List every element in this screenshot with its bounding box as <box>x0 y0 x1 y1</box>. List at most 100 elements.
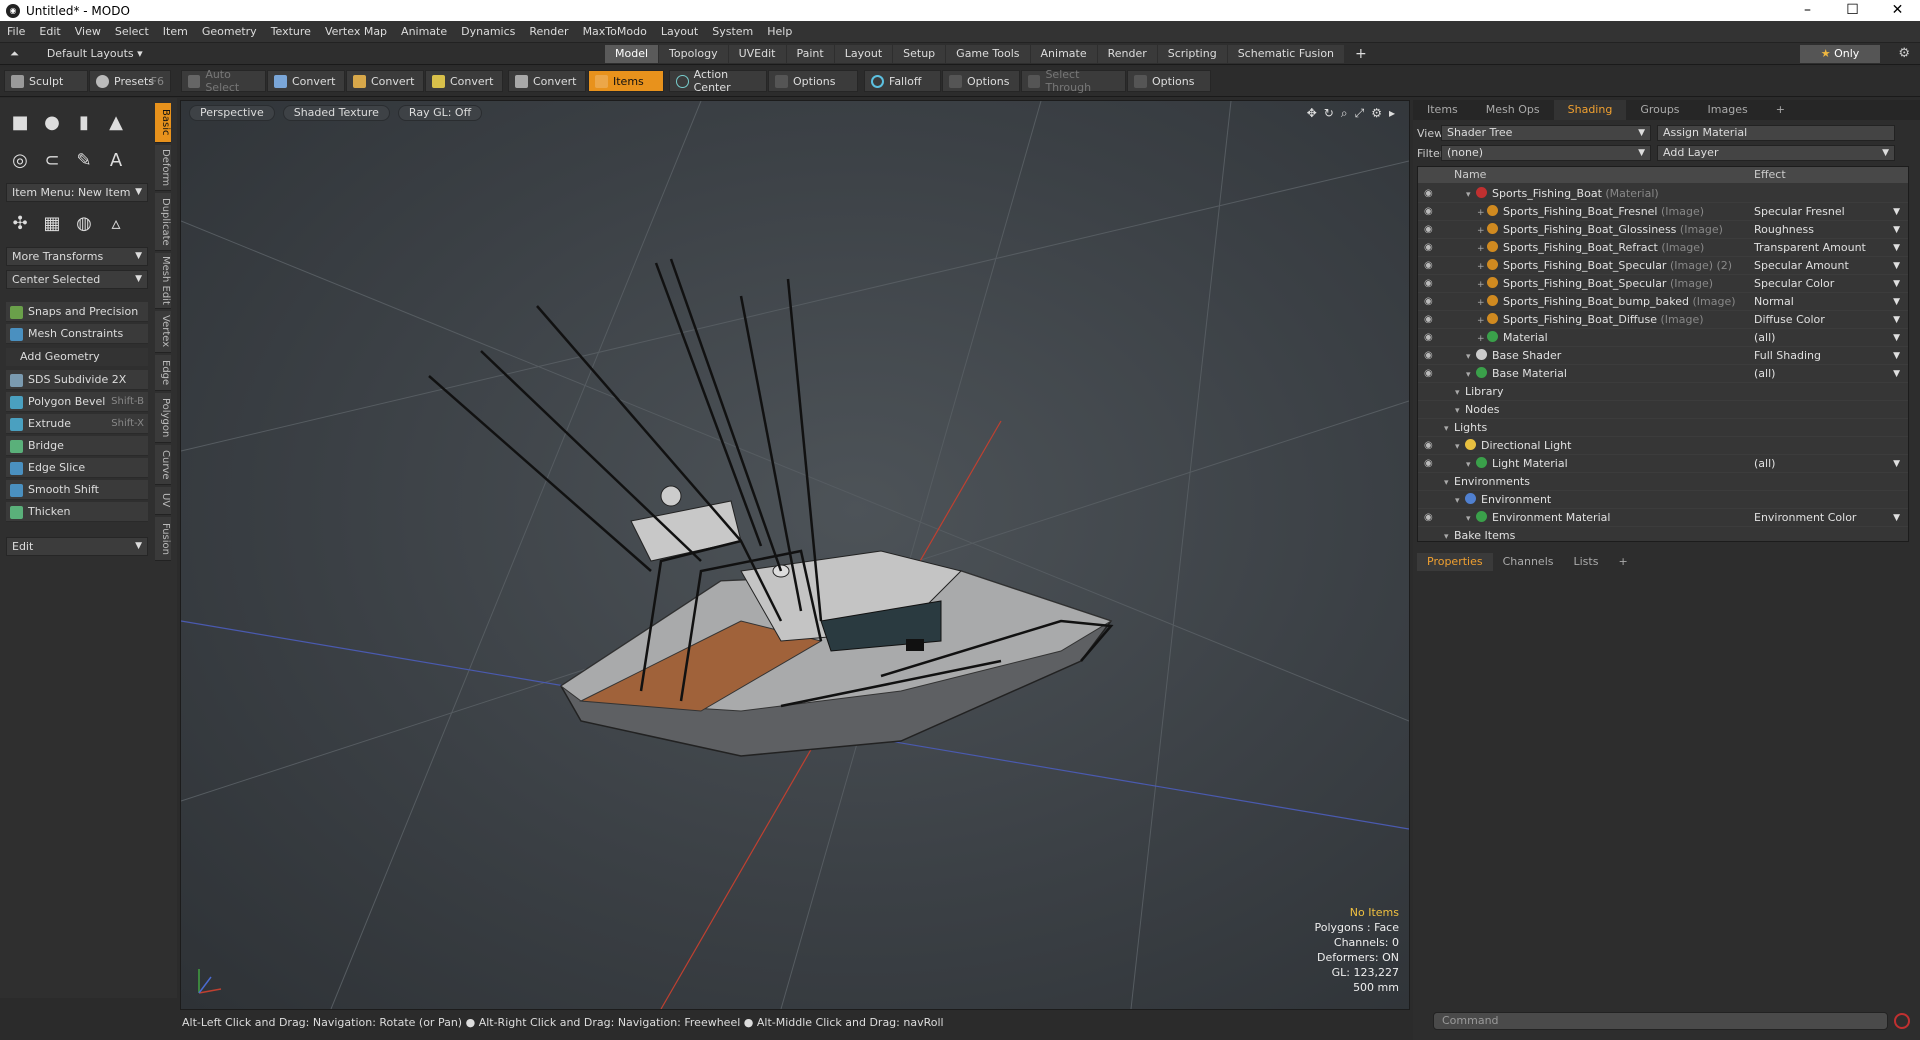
tree-row[interactable]: ▾ Lights <box>1418 419 1908 437</box>
text-icon[interactable]: A <box>102 146 130 174</box>
vtab-duplicate[interactable]: Duplicate <box>155 193 171 251</box>
more-transforms-dropdown[interactable]: More Transforms ▼ <box>6 247 148 266</box>
vtab-mesh-edit[interactable]: Mesh Edit <box>155 253 171 309</box>
tree-row[interactable]: ▾ Environments <box>1418 473 1908 492</box>
expand-icon[interactable]: + <box>1477 204 1487 222</box>
expand-icon[interactable]: + <box>1477 240 1487 258</box>
menu-geometry[interactable]: Geometry <box>195 25 264 38</box>
tree-row[interactable]: ◉ + Sports_Fishing_Boat_Fresnel (Image) Spe… <box>1418 203 1908 222</box>
effect-dropdown[interactable]: Roughness ▼ <box>1754 221 1904 239</box>
tree-row[interactable]: ▾ Library <box>1418 383 1908 402</box>
tool-polygon-bevel[interactable]: Polygon Bevel Shift-B <box>6 392 148 412</box>
tab-render[interactable]: Render <box>1097 45 1157 63</box>
expand-icon[interactable]: ▾ <box>1455 384 1465 402</box>
tab-schematic-fusion[interactable]: Schematic Fusion <box>1227 45 1345 63</box>
menu-view[interactable]: View <box>68 25 108 38</box>
tab-model[interactable]: Model <box>605 45 659 63</box>
expand-icon[interactable]: ▾ <box>1466 186 1476 204</box>
expand-icon[interactable]: + <box>1477 294 1487 312</box>
effect-dropdown[interactable]: (all) ▼ <box>1754 455 1904 473</box>
visibility-eye-icon[interactable]: ◉ <box>1424 311 1436 329</box>
action-center-button[interactable]: Action Center <box>669 68 767 94</box>
torus-icon[interactable]: ◎ <box>6 146 34 174</box>
tab-shading[interactable]: Shading <box>1553 100 1627 120</box>
capsule-icon[interactable]: ⊂ <box>38 146 66 174</box>
falloff-button[interactable]: Falloff <box>864 70 941 92</box>
effect-dropdown[interactable]: Specular Color ▼ <box>1754 275 1904 293</box>
tool-bridge[interactable]: Bridge <box>6 436 148 456</box>
expand-icon[interactable]: ▾ <box>1466 510 1476 528</box>
tab-images[interactable]: Images <box>1694 100 1762 120</box>
tool-extrude[interactable]: Extrude Shift-X <box>6 414 148 434</box>
vtab-uv[interactable]: UV <box>155 487 171 515</box>
view-dropdown[interactable]: Shader Tree ▼ <box>1441 125 1651 141</box>
command-input[interactable]: Command <box>1433 1012 1888 1030</box>
tab-lists[interactable]: Lists <box>1564 553 1609 571</box>
expand-icon[interactable]: ▾ <box>1455 492 1465 510</box>
tool-smooth-shift[interactable]: Smooth Shift <box>6 480 148 500</box>
vtab-fusion[interactable]: Fusion <box>155 517 171 561</box>
filter-dropdown[interactable]: (none) ▼ <box>1441 145 1651 161</box>
tool-edge-slice[interactable]: Edge Slice <box>6 458 148 478</box>
add-tab-icon[interactable]: + <box>1762 100 1799 120</box>
visibility-eye-icon[interactable]: ◉ <box>1424 365 1436 383</box>
expand-icon[interactable]: ▾ <box>1455 402 1465 420</box>
center-selected-dropdown[interactable]: Center Selected ▼ <box>6 270 148 289</box>
expand-icon[interactable]: ▾ <box>1444 474 1454 492</box>
auto-select-button[interactable]: Auto Select <box>181 68 266 94</box>
tree-row[interactable]: ◉ ▾ Directional Light <box>1418 437 1908 455</box>
visibility-eye-icon[interactable]: ◉ <box>1424 329 1436 347</box>
tree-row[interactable]: ▾ Environment <box>1418 491 1908 510</box>
snaps-precision-button[interactable]: Snaps and Precision <box>6 302 148 322</box>
menu-file[interactable]: File <box>0 25 32 38</box>
only-button[interactable]: ★ Only <box>1800 45 1880 63</box>
tree-row[interactable]: ◉ + Material (all) ▼ <box>1418 329 1908 347</box>
items-mode-button[interactable]: Items <box>588 70 664 92</box>
tree-row[interactable]: ◉ + Sports_Fishing_Boat_Specular (Image) (… <box>1418 257 1908 275</box>
menu-animate[interactable]: Animate <box>394 25 454 38</box>
tab-properties[interactable]: Properties <box>1417 553 1493 571</box>
expand-icon[interactable]: ▾ <box>1466 348 1476 366</box>
tab-topology[interactable]: Topology <box>659 45 728 63</box>
select-through-button[interactable]: Select Through <box>1021 68 1126 94</box>
visibility-eye-icon[interactable]: ◉ <box>1424 185 1436 203</box>
perspective-grid-icon[interactable]: ▵ <box>102 209 130 237</box>
tree-row[interactable]: ◉ ▾ Base Shader Full Shading ▼ <box>1418 347 1908 366</box>
tab-paint[interactable]: Paint <box>786 45 834 63</box>
tab-groups[interactable]: Groups <box>1626 100 1693 120</box>
visibility-eye-icon[interactable]: ◉ <box>1424 455 1436 473</box>
expand-icon[interactable]: + <box>1477 276 1487 294</box>
convert-vertex-button[interactable]: Convert <box>267 70 345 92</box>
close-button[interactable]: ✕ <box>1875 0 1920 21</box>
tab-setup[interactable]: Setup <box>893 45 946 63</box>
expand-icon[interactable]: ▾ <box>1466 456 1476 474</box>
effect-dropdown[interactable]: Specular Fresnel ▼ <box>1754 203 1904 221</box>
assign-material-button[interactable]: Assign Material <box>1657 125 1895 141</box>
visibility-eye-icon[interactable]: ◉ <box>1424 203 1436 221</box>
convert-edge-button[interactable]: Convert <box>346 70 424 92</box>
visibility-eye-icon[interactable]: ◉ <box>1424 347 1436 365</box>
vtab-edge[interactable]: Edge <box>155 355 171 391</box>
presets-button[interactable]: Presets F6 <box>89 70 171 92</box>
sculpt-button[interactable]: Sculpt <box>4 70 88 92</box>
vtab-basic[interactable]: Basic <box>155 103 171 143</box>
menu-edit[interactable]: Edit <box>32 25 67 38</box>
menu-texture[interactable]: Texture <box>264 25 318 38</box>
expand-icon[interactable]: + <box>1477 222 1487 240</box>
tree-row[interactable]: ◉ ▾ Sports_Fishing_Boat (Material) <box>1418 185 1908 204</box>
tool-thicken[interactable]: Thicken <box>6 502 148 522</box>
visibility-eye-icon[interactable]: ◉ <box>1424 257 1436 275</box>
expand-icon[interactable]: + <box>1477 312 1487 330</box>
effect-dropdown[interactable]: (all) ▼ <box>1754 365 1904 383</box>
maximize-button[interactable]: ☐ <box>1830 0 1875 21</box>
visibility-eye-icon[interactable]: ◉ <box>1424 239 1436 257</box>
cone-icon[interactable]: ▲ <box>102 108 130 136</box>
tree-row[interactable]: ◉ + Sports_Fishing_Boat_Specular (Image) Sp… <box>1418 275 1908 294</box>
tree-row[interactable]: ◉ + Sports_Fishing_Boat_Glossiness (Image)… <box>1418 221 1908 240</box>
vtab-vertex[interactable]: Vertex <box>155 311 171 353</box>
menu-vertex-map[interactable]: Vertex Map <box>318 25 394 38</box>
menu-maxtomodo[interactable]: MaxToModo <box>576 25 654 38</box>
grid-icon[interactable]: ▦ <box>38 209 66 237</box>
falloff-options-button[interactable]: Options <box>942 70 1020 92</box>
menu-render[interactable]: Render <box>522 25 575 38</box>
